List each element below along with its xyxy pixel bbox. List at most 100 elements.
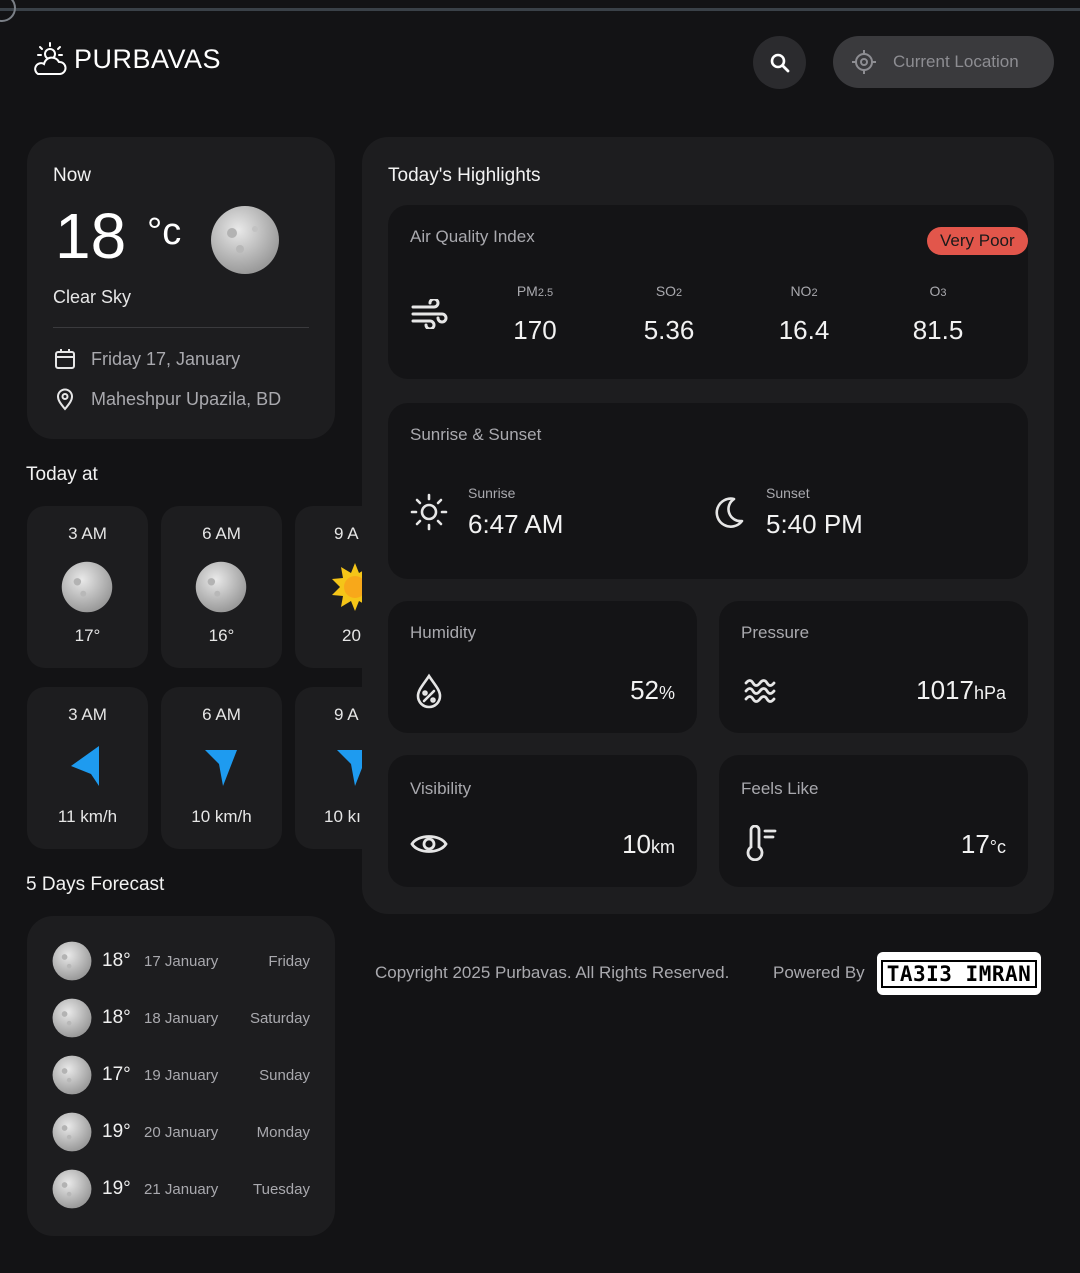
sun-icon xyxy=(332,563,362,611)
humidity-value: 52 xyxy=(630,675,659,705)
moon-icon xyxy=(195,561,247,613)
current-location-label: Current Location xyxy=(893,52,1019,71)
moon-icon xyxy=(52,1169,92,1209)
air-quality-panel: Air Quality Index Very Poor PM2.5 170 SO… xyxy=(388,205,1028,379)
slot-time: 9 A xyxy=(334,705,359,724)
search-button[interactable] xyxy=(753,36,806,89)
aqi-status-badge: Very Poor xyxy=(927,227,1028,255)
hourly-wind-slot: 6 AM 10 km/h xyxy=(161,687,282,849)
location-row: Maheshpur Upazila, BD xyxy=(53,387,281,411)
aqi-key: SO xyxy=(655,283,677,299)
wind-direction-icon xyxy=(205,750,237,786)
hourly-temp-slot: 6 AM 16° xyxy=(161,506,282,668)
feels-like-value: 17 xyxy=(960,829,990,859)
current-weather-card: Now 18 °c Clear Sky Friday 17, January M… xyxy=(27,137,335,439)
slot-time: 6 AM xyxy=(202,524,241,543)
current-location: Maheshpur Upazila, BD xyxy=(91,388,282,409)
pressure-panel: Pressure 1017hPa xyxy=(719,601,1028,733)
forecast-temp: 19° xyxy=(102,1121,131,1142)
author-logo[interactable]: TA3I3 IMRAN xyxy=(877,952,1041,995)
visibility-label: Visibility xyxy=(410,779,472,798)
aqi-value: 170 xyxy=(513,315,557,345)
forecast-date: 20 January xyxy=(144,1123,219,1141)
aqi-o3: O3 81.5 xyxy=(883,283,993,346)
aqi-key: PM xyxy=(516,283,538,299)
calendar-icon xyxy=(55,349,75,369)
slot-wind-speed: 10 kı xyxy=(324,807,361,826)
feels-like-label: Feels Like xyxy=(741,779,819,798)
aqi-value: 81.5 xyxy=(912,315,964,345)
visibility-value-wrap: 10km xyxy=(622,829,675,860)
hourly-wind-slot: 9 A 10 kı xyxy=(295,687,362,849)
forecast-date: 21 January xyxy=(144,1180,219,1198)
forecast-card: 18° 17 January Friday 18° 18 January Sat… xyxy=(27,916,335,1236)
forecast-row: 17° 19 January Sunday xyxy=(52,1053,310,1097)
wind-icon xyxy=(411,299,448,329)
moon-icon xyxy=(52,941,92,981)
forecast-day: Sunday xyxy=(259,1066,310,1084)
divider xyxy=(53,327,309,328)
moon-icon xyxy=(211,206,279,274)
visibility-panel: Visibility 10km xyxy=(388,755,697,887)
moon-icon xyxy=(52,998,92,1038)
top-border xyxy=(0,8,1080,11)
forecast-temp: 18° xyxy=(102,950,131,971)
slot-temperature: 17° xyxy=(74,626,101,645)
thermometer-icon xyxy=(746,825,777,861)
author-logo-text: TA3I3 IMRAN xyxy=(880,959,1038,988)
sun-label: Sunrise & Sunset xyxy=(410,425,542,444)
weather-description: Clear Sky xyxy=(53,287,132,307)
feels-like-value-wrap: 17°c xyxy=(961,829,1006,860)
forecast-date: 17 January xyxy=(144,952,219,970)
pressure-label: Pressure xyxy=(741,623,810,642)
forecast-temp: 17° xyxy=(102,1064,131,1085)
aqi-so2: SO2 5.36 xyxy=(614,283,724,346)
humidity-panel: Humidity 52% xyxy=(388,601,697,733)
eye-icon xyxy=(410,835,448,853)
aqi-key-sub: 2 xyxy=(676,287,683,299)
humidity-drop-icon xyxy=(416,673,442,709)
slot-time: 3 AM xyxy=(68,524,107,543)
sunset-time: 5:40 PM xyxy=(766,509,863,539)
moon-outline-icon xyxy=(715,497,744,528)
hourly-temp-slot: 3 AM 17° xyxy=(27,506,148,668)
humidity-label: Humidity xyxy=(410,623,477,642)
now-title: Now xyxy=(53,165,92,186)
pressure-unit: hPa xyxy=(973,683,1006,703)
forecast-date: 19 January xyxy=(144,1066,219,1084)
aqi-pm25: PM2.5 170 xyxy=(480,283,590,346)
forecast-row: 18° 18 January Saturday xyxy=(52,996,310,1040)
corner-arc xyxy=(0,0,16,22)
forecast-row: 19° 20 January Monday xyxy=(52,1110,310,1154)
sunset-label: Sunset xyxy=(766,485,810,501)
aqi-value: 16.4 xyxy=(778,315,830,345)
footer-powered-by: Powered By xyxy=(773,963,865,982)
forecast-day: Friday xyxy=(268,952,310,970)
gps-target-icon xyxy=(852,50,876,74)
aqi-value: 5.36 xyxy=(643,315,695,345)
brand-logo[interactable]: PURBAVAS xyxy=(30,40,221,78)
sun-outline-icon xyxy=(410,493,448,531)
current-location-button[interactable]: Current Location xyxy=(833,36,1054,88)
forecast-temp: 19° xyxy=(102,1178,131,1199)
wind-direction-icon xyxy=(337,750,362,786)
forecast-row: 18° 17 January Friday xyxy=(52,939,310,983)
temperature-unit: °c xyxy=(147,211,182,253)
sunrise-sunset-panel: Sunrise & Sunset Sunrise 6:47 AM Sunset … xyxy=(388,403,1028,579)
slot-wind-speed: 11 km/h xyxy=(57,807,118,826)
location-pin-icon xyxy=(56,388,74,411)
humidity-unit: % xyxy=(658,683,675,703)
forecast-day: Monday xyxy=(256,1123,310,1141)
moon-icon xyxy=(61,561,113,613)
wind-direction-icon xyxy=(71,746,99,786)
slot-wind-speed: 10 km/h xyxy=(191,807,252,826)
aqi-no2: NO2 16.4 xyxy=(749,283,859,346)
current-date: Friday 17, January xyxy=(91,348,241,369)
pressure-value-wrap: 1017hPa xyxy=(916,675,1006,706)
forecast-title: 5 Days Forecast xyxy=(26,874,165,895)
humidity-value-wrap: 52% xyxy=(630,675,675,706)
aqi-key: NO xyxy=(790,283,812,299)
sunrise-label: Sunrise xyxy=(468,485,516,501)
sunrise-time: 6:47 AM xyxy=(468,509,564,539)
current-temperature: 18 xyxy=(55,200,127,272)
